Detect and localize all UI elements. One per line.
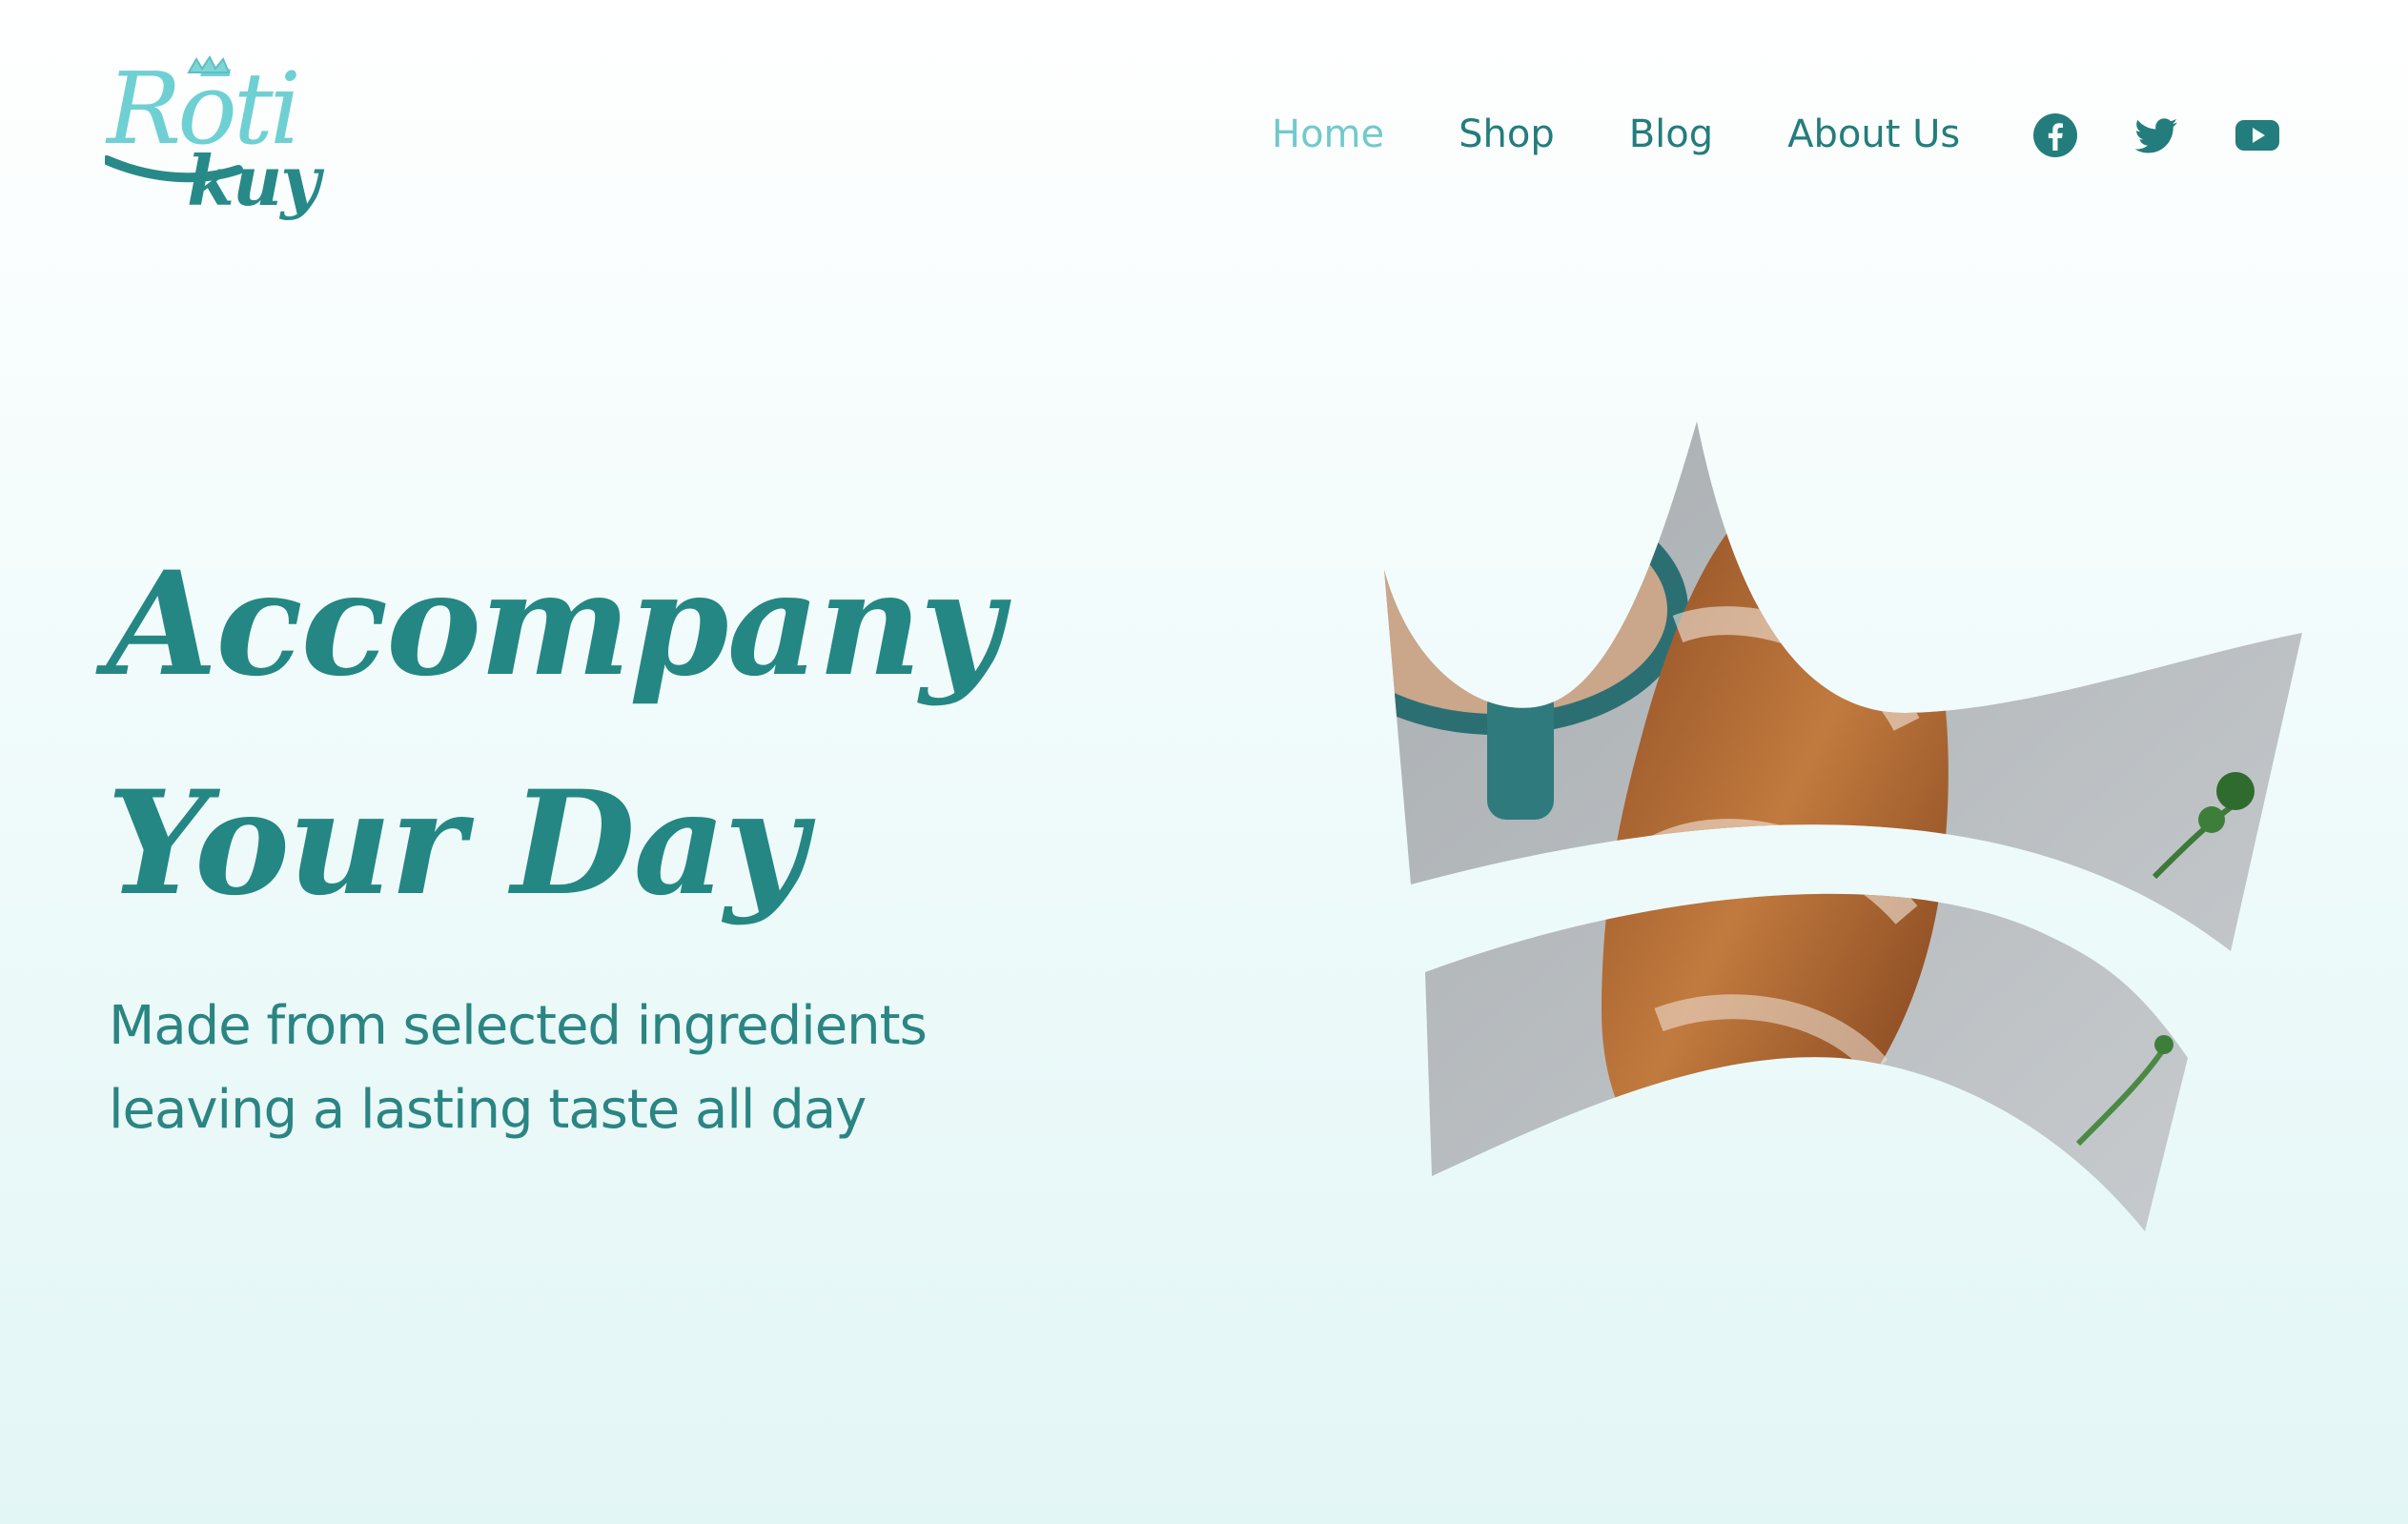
- hero-title-line-2: Your Day: [107, 760, 807, 927]
- hero-subtitle-line-1: Made from selected ingredients: [109, 995, 928, 1057]
- nav-about-us[interactable]: About Us: [1787, 112, 1960, 156]
- logo[interactable]: Rōti kuy: [105, 55, 334, 222]
- hero-subtitle-line-2: leaving a lasting taste all day: [109, 1079, 867, 1141]
- hero-title-line-1: Accompany: [107, 540, 1003, 708]
- social-links: [2032, 112, 2280, 158]
- hero-subtitle: Made from selected ingredients leaving a…: [109, 985, 928, 1152]
- facebook-icon[interactable]: [2032, 112, 2078, 158]
- hero-crown-image: [1373, 400, 2326, 1258]
- youtube-icon[interactable]: [2235, 112, 2280, 158]
- nav-home[interactable]: Home: [1272, 112, 1384, 156]
- twitter-icon[interactable]: [2133, 112, 2179, 158]
- logo-crown-icon: [105, 55, 243, 183]
- main-nav: Home Shop Blog About Us: [1272, 112, 1960, 156]
- hero-title: Accompany Your Day: [107, 515, 1003, 953]
- nav-blog[interactable]: Blog: [1629, 112, 1713, 156]
- nav-shop[interactable]: Shop: [1459, 112, 1555, 156]
